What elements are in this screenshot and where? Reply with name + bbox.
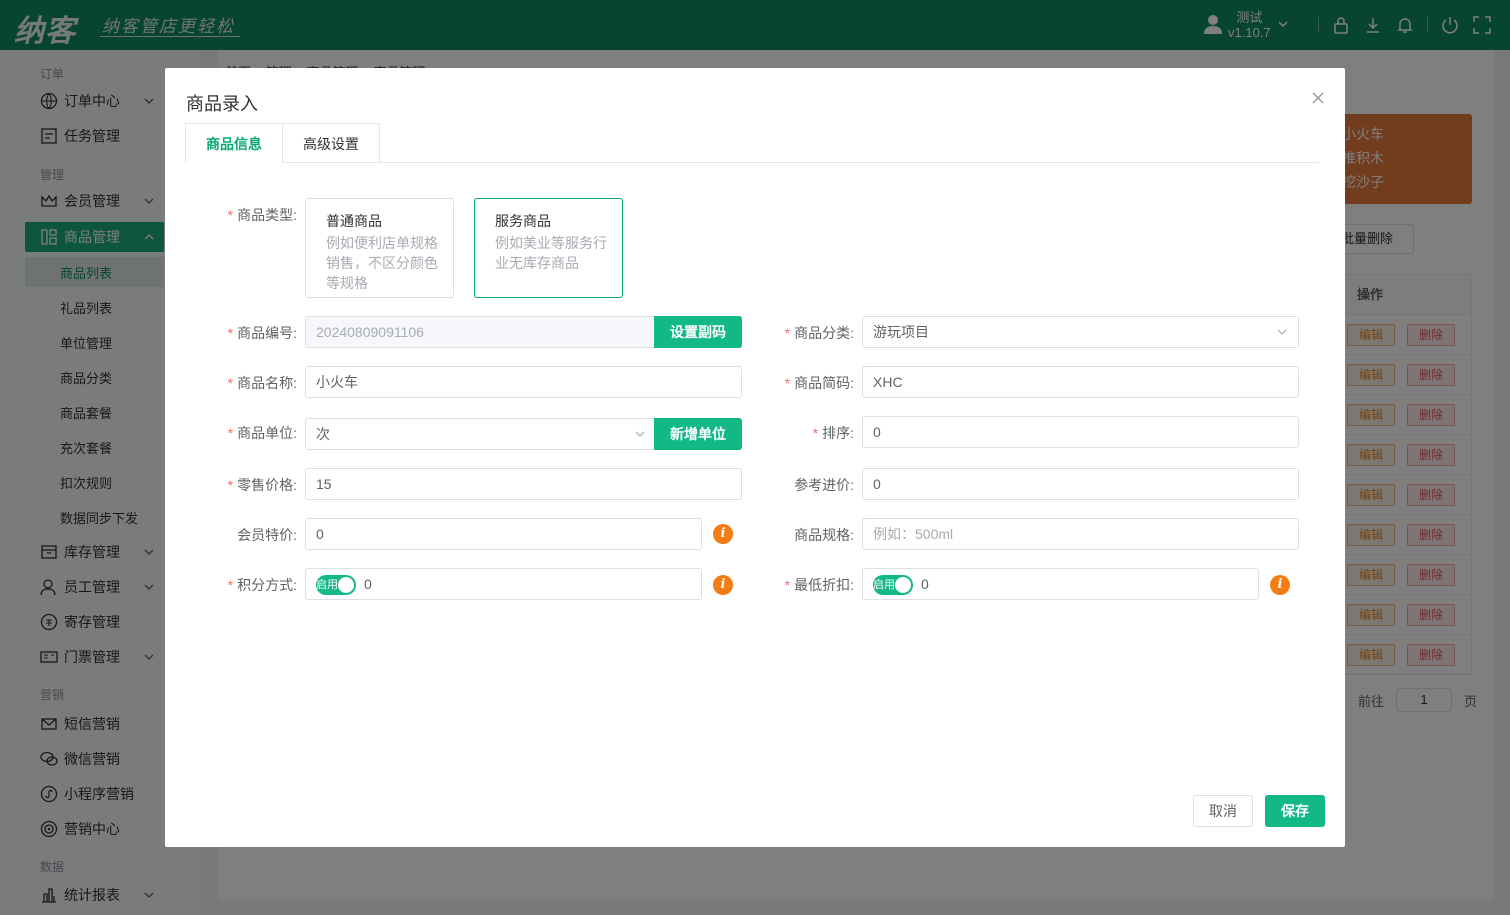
goods-short-code-input[interactable]: XHC bbox=[862, 366, 1299, 398]
save-button[interactable]: 保存 bbox=[1265, 795, 1325, 827]
discount-enable-toggle[interactable]: 启用 bbox=[873, 575, 913, 595]
chevron-down-icon bbox=[1277, 329, 1287, 335]
cost-price-input[interactable]: 0 bbox=[862, 468, 1299, 500]
goods-type-label: * 商品类型: bbox=[227, 207, 297, 223]
dialog-tabs: 商品信息 高级设置 bbox=[185, 123, 1319, 163]
goods-unit-select[interactable]: 次 bbox=[305, 418, 657, 450]
type-card-normal[interactable]: 普通商品 例如便利店单规格销售，不区分颜色等规格 bbox=[305, 198, 454, 298]
toggle-label: 启用 bbox=[316, 579, 338, 591]
sort-input[interactable]: 0 bbox=[862, 416, 1299, 448]
cancel-button[interactable]: 取消 bbox=[1193, 795, 1253, 827]
goods-entry-dialog: 商品录入 商品信息 高级设置 * 商品类型: 普通商品 例如便利店单规格销售，不区… bbox=[165, 68, 1345, 847]
retail-price-label: * 零售价格: bbox=[227, 477, 297, 493]
goods-category-label: * 商品分类: bbox=[784, 325, 854, 341]
goods-category-select[interactable]: 游玩项目 bbox=[862, 316, 1299, 348]
goods-spec-label: 商品规格: bbox=[794, 527, 854, 543]
goods-unit-label: * 商品单位: bbox=[227, 425, 297, 441]
type-card-desc: 例如美业等服务行业无库存商品 bbox=[495, 235, 607, 271]
type-card-desc: 例如便利店单规格销售，不区分颜色等规格 bbox=[326, 235, 438, 291]
cost-price-label: 参考进价: bbox=[794, 477, 854, 493]
toggle-label: 启用 bbox=[873, 579, 895, 591]
points-mode-label: * 积分方式: bbox=[227, 577, 297, 593]
close-icon[interactable] bbox=[1310, 90, 1326, 106]
selected-value: 次 bbox=[316, 426, 330, 442]
goods-name-input[interactable]: 小火车 bbox=[305, 366, 742, 398]
selected-value: 游玩项目 bbox=[873, 324, 929, 340]
discount-value[interactable]: 0 bbox=[921, 569, 929, 599]
member-price-label: 会员特价: bbox=[237, 527, 297, 543]
min-discount-field: 启用 0 bbox=[862, 568, 1259, 600]
goods-code-label: * 商品编号: bbox=[227, 325, 297, 341]
goods-code-input[interactable]: 20240809091106 bbox=[305, 316, 657, 348]
min-discount-label: * 最低折扣: bbox=[784, 577, 854, 593]
tab-goods-info[interactable]: 商品信息 bbox=[185, 123, 283, 163]
member-price-input[interactable]: 0 bbox=[305, 518, 702, 550]
retail-price-input[interactable]: 15 bbox=[305, 468, 742, 500]
type-card-title: 服务商品 bbox=[495, 213, 551, 229]
dialog-title: 商品录入 bbox=[186, 94, 258, 114]
points-mode-field: 启用 0 bbox=[305, 568, 702, 600]
tab-advanced-settings[interactable]: 高级设置 bbox=[282, 123, 380, 163]
sort-label: * 排序: bbox=[812, 425, 854, 441]
goods-name-label: * 商品名称: bbox=[227, 375, 297, 391]
type-card-title: 普通商品 bbox=[326, 213, 382, 229]
points-value[interactable]: 0 bbox=[364, 569, 372, 599]
type-card-service[interactable]: 服务商品 例如美业等服务行业无库存商品 bbox=[474, 198, 623, 298]
points-enable-toggle[interactable]: 启用 bbox=[316, 575, 356, 595]
goods-short-code-label: * 商品简码: bbox=[784, 375, 854, 391]
goods-spec-input[interactable]: 例如：500ml bbox=[862, 518, 1299, 550]
chevron-down-icon bbox=[635, 431, 645, 437]
info-icon[interactable]: i bbox=[1270, 575, 1290, 595]
